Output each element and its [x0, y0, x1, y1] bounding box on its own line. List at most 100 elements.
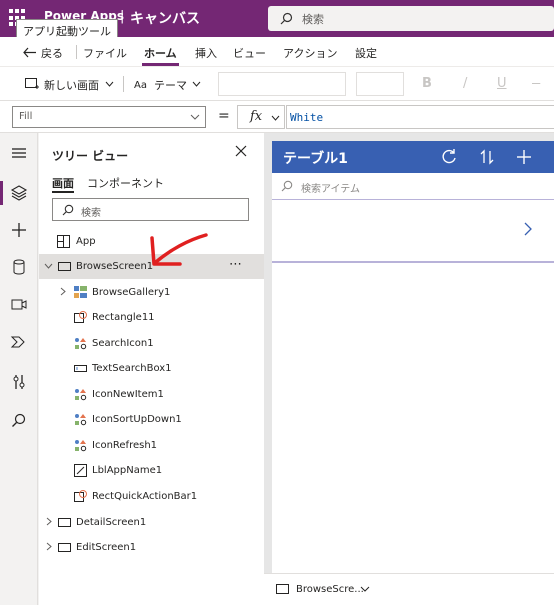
- chevron-right-icon[interactable]: [523, 221, 533, 237]
- search-icon: [280, 12, 293, 25]
- tree-item-searchicon1[interactable]: SearchIcon1: [39, 331, 264, 356]
- font-family-dropdown[interactable]: [218, 72, 346, 96]
- icon-control-icon: [75, 414, 87, 426]
- tree-item-rectquickactionbar1[interactable]: RectQuickActionBar1: [39, 484, 264, 509]
- tree-item-label: RectQuickActionBar1: [92, 491, 198, 502]
- tree-item-label: EditScreen1: [76, 542, 137, 553]
- chevron-down-icon: [271, 115, 280, 121]
- tree-item-label: App: [76, 236, 96, 247]
- tree-item-browsegallery1[interactable]: BrowseGallery1: [39, 280, 264, 305]
- tree-item-label: BrowseScreen1: [76, 261, 154, 272]
- chevron-down-icon[interactable]: [44, 263, 53, 269]
- svg-text:Aa: Aa: [134, 80, 147, 90]
- property-value: Fill: [19, 111, 33, 122]
- tree-item-label: TextSearchBox1: [92, 363, 172, 374]
- fx-button[interactable]: fx: [237, 105, 285, 129]
- theme-icon: Aa: [134, 80, 147, 90]
- tree-item-label: LblAppName1: [92, 465, 163, 476]
- font-size-dropdown[interactable]: [356, 72, 404, 96]
- ribbon-divider: [123, 76, 124, 92]
- tab-components[interactable]: コンポーネント: [87, 175, 164, 191]
- screen-icon: [58, 262, 71, 271]
- tree-view-icon[interactable]: [9, 183, 29, 203]
- tree-view-panel: ツリー ビュー 画面 コンポーネント 検索 App BrowseScreen1 …: [39, 133, 264, 605]
- menu-insert[interactable]: 挿入: [195, 45, 217, 61]
- icon-control-icon: [75, 389, 87, 401]
- tree-item-rectangle11[interactable]: Rectangle11: [39, 305, 264, 330]
- tree-item-iconsortupdown1[interactable]: IconSortUpDown1: [39, 407, 264, 432]
- canvas-stage: テーブル1 検索アイテム: [264, 133, 554, 581]
- tree-item-editscreen1[interactable]: EditScreen1: [39, 535, 264, 560]
- search-icon: [281, 180, 293, 192]
- canvas-label: キャンバス: [130, 11, 200, 27]
- icon-control-icon: [75, 338, 87, 350]
- title-separator: |: [120, 9, 125, 24]
- menu-file[interactable]: ファイル: [83, 45, 127, 61]
- tree-item-lblappname1[interactable]: LblAppName1: [39, 458, 264, 483]
- hamburger-menu-icon[interactable]: [9, 143, 29, 163]
- back-button[interactable]: 戻る: [41, 45, 63, 61]
- advanced-tools-icon[interactable]: [9, 372, 29, 392]
- screen-icon: [58, 543, 71, 552]
- theme-button[interactable]: テーマ: [154, 77, 187, 93]
- textbox-icon: [74, 365, 87, 372]
- annotation-arrow: [150, 233, 208, 266]
- refresh-icon[interactable]: [440, 148, 458, 166]
- tree-item-label: IconRefresh1: [92, 440, 158, 451]
- screen-icon: [58, 518, 71, 527]
- tree-search-placeholder: 検索: [81, 208, 101, 219]
- app-icon: [57, 235, 70, 248]
- screen-header-title: テーブル1: [283, 151, 348, 167]
- gallery-icon: [74, 286, 87, 298]
- insert-plus-icon[interactable]: [9, 220, 29, 240]
- global-search-placeholder: 検索: [302, 13, 324, 26]
- gallery-item[interactable]: [272, 201, 554, 263]
- search-icon: [62, 204, 74, 216]
- menu-settings[interactable]: 設定: [355, 45, 377, 61]
- more-options-button[interactable]: ⋯: [229, 257, 243, 272]
- tree-item-label: DetailScreen1: [76, 517, 147, 528]
- media-icon[interactable]: [9, 295, 29, 315]
- chevron-right-icon[interactable]: [46, 517, 52, 526]
- property-dropdown[interactable]: Fill: [12, 106, 206, 128]
- sort-up-down-icon[interactable]: [478, 148, 496, 166]
- active-menu-indicator: [142, 63, 179, 66]
- add-item-icon[interactable]: [515, 148, 533, 166]
- app-screen-preview[interactable]: テーブル1 検索アイテム: [272, 141, 554, 581]
- screen-search-box[interactable]: 検索アイテム: [272, 173, 554, 200]
- tree-item-iconrefresh1[interactable]: IconRefresh1: [39, 433, 264, 458]
- label-icon: [74, 464, 87, 477]
- menu-view[interactable]: ビュー: [233, 45, 266, 61]
- new-screen-button[interactable]: 新しい画面: [44, 77, 99, 93]
- global-search-input[interactable]: 検索: [268, 6, 554, 31]
- tree-item-iconnewitem1[interactable]: IconNewItem1: [39, 382, 264, 407]
- formula-value: White: [290, 111, 324, 124]
- active-tab-indicator: [52, 191, 74, 193]
- tree-item-textsearchbox1[interactable]: TextSearchBox1: [39, 356, 264, 381]
- current-screen-name[interactable]: BrowseScre...: [296, 584, 364, 595]
- active-rail-indicator: [0, 181, 3, 205]
- rectangle-icon: [74, 490, 87, 502]
- close-icon[interactable]: [235, 145, 247, 157]
- menu-home[interactable]: ホーム: [144, 45, 177, 61]
- tree-item-detailscreen1[interactable]: DetailScreen1: [39, 510, 264, 535]
- menu-action[interactable]: アクション: [283, 45, 337, 61]
- power-automate-icon[interactable]: [9, 332, 29, 352]
- tree-item-label: BrowseGallery1: [92, 287, 171, 298]
- search-icon[interactable]: [9, 411, 29, 431]
- chevron-down-icon: [192, 81, 201, 87]
- underline-button[interactable]: U: [497, 76, 507, 91]
- back-arrow-icon[interactable]: [23, 47, 37, 58]
- chevron-right-icon[interactable]: [60, 287, 66, 296]
- screen-icon: [276, 584, 289, 594]
- tree-item-label: IconNewItem1: [92, 389, 164, 400]
- data-icon[interactable]: [9, 257, 29, 277]
- tab-screens[interactable]: 画面: [52, 175, 74, 191]
- chevron-down-icon[interactable]: [360, 586, 370, 593]
- italic-button[interactable]: /: [463, 76, 467, 91]
- tree-search-input[interactable]: 検索: [52, 198, 249, 221]
- bold-button[interactable]: B: [422, 76, 432, 91]
- chevron-right-icon[interactable]: [46, 542, 52, 551]
- fx-icon: fx: [250, 109, 263, 124]
- formula-input[interactable]: White: [286, 105, 554, 129]
